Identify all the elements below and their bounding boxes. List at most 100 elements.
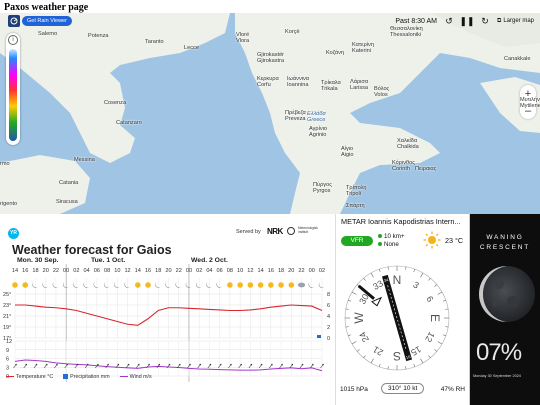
- radar-time: Past 8:30 AM: [395, 17, 438, 25]
- metar-temperature: 23 °C: [445, 236, 464, 245]
- hour-tick-label: 00: [309, 268, 315, 274]
- legend-temperature: Temperature °C: [6, 374, 53, 380]
- map-place-label: Κοζάνη: [326, 50, 345, 56]
- hour-tick-label: 18: [278, 268, 284, 274]
- hour-tick-label: 16: [145, 268, 151, 274]
- larger-map-link[interactable]: ⧉ Larger map: [497, 18, 534, 25]
- refresh-icon[interactable]: ↻: [479, 15, 491, 27]
- moon-symbol-icon: [83, 282, 90, 288]
- external-link-icon: ⧉: [497, 17, 502, 24]
- info-icon[interactable]: i: [8, 35, 18, 45]
- map-place-label: Ιωάννινα Ioannina: [287, 76, 310, 88]
- hour-tick-label: 22: [298, 268, 304, 274]
- moon-symbol-icon: [32, 282, 38, 288]
- temp-axis-label: 21°: [3, 314, 11, 320]
- hour-tick-label: 08: [227, 268, 233, 274]
- rain-viewer-button[interactable]: Get Rain Viewer: [22, 16, 72, 26]
- hour-tick-label: 14: [257, 268, 263, 274]
- hour-tick-label: 20: [165, 268, 171, 274]
- forecast-panel: YR Served by NRK Meteorologisk institutt…: [0, 214, 336, 405]
- precip-axis-label: 6: [327, 303, 330, 309]
- map-place-label: Βόλος Volos: [374, 86, 390, 98]
- map-place-label: Korçë: [285, 29, 300, 35]
- map-place-label: rmo: [0, 161, 10, 167]
- map-place-label: Χαλκίδα Chalkida: [397, 138, 419, 150]
- cloud-symbol-icon: [297, 282, 306, 288]
- moon-symbol-icon: [206, 282, 212, 288]
- weather-map[interactable]: Get Rain Viewer Past 8:30 AM ↺ ❚❚ ↻ ⧉ La…: [0, 13, 540, 214]
- moon-symbol-icon: [165, 282, 171, 288]
- moon-symbol-icon: [318, 282, 325, 288]
- legend-precipitation: Precipitation mm: [63, 374, 110, 380]
- moon-symbol-icon: [185, 282, 192, 288]
- map-place-label: Catanzaro: [116, 120, 142, 126]
- sun-symbol-icon: [145, 282, 151, 288]
- sun-icon: [423, 231, 441, 249]
- hour-tick-label: 12: [247, 268, 253, 274]
- map-place-label: Αγρίνιο Agrinio: [309, 126, 328, 138]
- map-place-label: Πύργος Pyrgos: [313, 182, 332, 194]
- map-place-label: Messina: [74, 157, 95, 163]
- map-land: [0, 13, 540, 214]
- metar-title: METAR Ioannis Kapodistrias Intern...: [341, 217, 461, 226]
- radar-icon: [8, 15, 20, 27]
- map-place-label: Κερκυρα Corfu: [257, 76, 279, 88]
- moon-symbol-icon: [155, 282, 161, 288]
- map-place-label: Taranto: [145, 39, 164, 45]
- map-place-label: Vlorë Vlora: [236, 32, 250, 44]
- rain-viewer-control[interactable]: Get Rain Viewer: [8, 15, 72, 27]
- moon-icon: [479, 266, 535, 322]
- compass-label: S: [393, 349, 401, 363]
- moon-symbol-icon: [103, 282, 110, 288]
- map-place-label: Gjirokastër Gjirokastra: [257, 52, 285, 64]
- map-place-label: Αίγιο Aigio: [341, 146, 354, 158]
- moon-symbol-icon: [216, 282, 223, 288]
- map-place-label: Potenza: [88, 33, 109, 39]
- map-place-label: Catania: [59, 180, 79, 186]
- hour-tick-label: 02: [196, 268, 202, 274]
- map-place-label: Lecce: [184, 45, 199, 51]
- hour-tick-label: 16: [268, 268, 274, 274]
- moon-symbol-icon: [175, 282, 182, 288]
- radar-legend: i: [6, 33, 20, 145]
- precip-axis-label: 4: [327, 314, 330, 320]
- metar-humidity: 47% RH: [440, 386, 465, 393]
- pause-icon[interactable]: ❚❚: [459, 15, 474, 27]
- map-place-label: Τρίκαλα Trikala: [321, 80, 341, 92]
- hour-tick-label: 06: [217, 268, 223, 274]
- sun-symbol-icon: [237, 282, 243, 288]
- page-title: Paxos weather page: [4, 2, 89, 13]
- map-place-label: Μυτιλήνη Mytilene: [520, 97, 540, 109]
- map-place-label: Θεσσαλονίκη Thessaloniki: [390, 26, 423, 38]
- compass-label: W: [352, 312, 366, 324]
- metar-panel: METAR Ioannis Kapodistrias Intern... VFR…: [337, 214, 470, 405]
- sun-symbol-icon: [22, 282, 29, 288]
- hour-tick-label: 14: [12, 268, 18, 274]
- hour-tick-label: 08: [104, 268, 110, 274]
- hour-tick-label: 12: [124, 268, 130, 274]
- clouds-value: None: [384, 241, 399, 248]
- moon-phase-line1: WANING: [486, 234, 524, 241]
- map-place-label: Πρέβεζα Preveza: [285, 110, 306, 122]
- precip-axis-label: 2: [327, 325, 330, 331]
- hour-tick-label: 06: [94, 268, 100, 274]
- moon-symbol-icon: [196, 282, 202, 288]
- hour-tick-label: 18: [32, 268, 38, 274]
- hour-tick-label: 04: [84, 268, 90, 274]
- sun-symbol-icon: [135, 282, 141, 288]
- moon-phase-line2: CRESCENT: [479, 244, 531, 251]
- hour-tick-label: 10: [237, 268, 243, 274]
- map-place-label: Σπάρτη: [346, 203, 365, 209]
- precip-axis-label: 8: [327, 292, 330, 298]
- hour-tick-label: 20: [43, 268, 49, 274]
- moon-symbol-icon: [62, 282, 69, 288]
- map-place-label: Κόρινθος Corinth: [392, 160, 415, 172]
- map-place-label: Πειραιας: [415, 166, 437, 172]
- moon-date: Monday 30 September 2024: [473, 374, 521, 378]
- moon-symbol-icon: [52, 282, 59, 288]
- hour-tick-label: 10: [114, 268, 120, 274]
- map-place-label: Κατερίνη Katerini: [352, 42, 374, 54]
- replay-icon[interactable]: ↺: [443, 15, 455, 27]
- sun-symbol-icon: [257, 282, 264, 288]
- radar-color-scale: [9, 49, 17, 141]
